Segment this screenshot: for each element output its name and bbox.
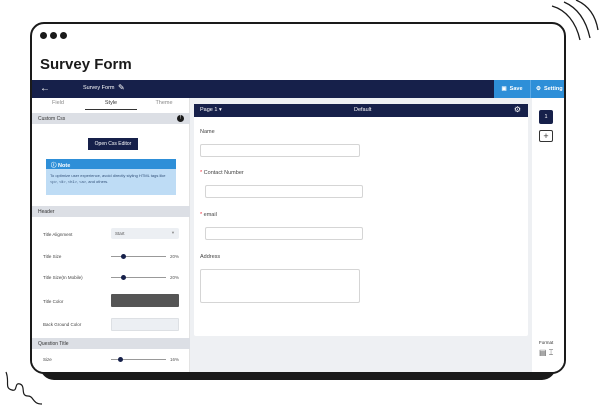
field-label-text: Name (200, 129, 215, 135)
format-label: Format (539, 340, 554, 345)
page-name: Default (354, 107, 372, 113)
title-size-value: 20% (170, 254, 180, 259)
title-size-mobile-label: Title Size(In Mobile) (43, 275, 83, 280)
list-layout-icon[interactable]: ▤ (539, 348, 547, 358)
open-css-editor-button[interactable]: Open Css Editor (88, 138, 138, 150)
format-options: ▤ ⌶ (539, 348, 553, 358)
slider-handle[interactable] (118, 357, 123, 362)
tab-style[interactable]: Style (85, 100, 137, 110)
section-title: Question Title (38, 341, 69, 347)
size-slider[interactable] (111, 357, 166, 362)
gear-icon: ⚙ (536, 86, 541, 92)
chevron-down-icon: ▾ (218, 107, 222, 113)
title-color-label: Title Color (43, 299, 64, 304)
info-circle-icon: ⓘ (51, 163, 57, 169)
question-title-section[interactable]: Question Title (32, 338, 190, 349)
field-label-contact-number: * Contact Number (200, 170, 244, 176)
email-input[interactable] (205, 227, 363, 240)
size-value: 16% (170, 357, 180, 362)
add-page-button[interactable]: + (539, 130, 553, 142)
required-asterisk: * (200, 170, 203, 176)
arrow-left-icon[interactable]: ← (40, 83, 50, 95)
gear-icon[interactable]: ⚙ (514, 105, 521, 114)
title-color-swatch[interactable] (111, 294, 179, 307)
split-layout-icon[interactable]: ⌶ (549, 348, 554, 358)
name-input[interactable] (200, 144, 360, 157)
decorative-squiggle (5, 371, 43, 405)
field-label-name: Name (200, 129, 215, 135)
window-dot-icon[interactable] (50, 32, 57, 39)
title-size-slider[interactable] (111, 254, 166, 259)
note-text: To optimize user experience, avoid direc… (50, 173, 166, 184)
field-label-text: Address (200, 254, 221, 260)
form-name: Survey Form (83, 85, 115, 91)
select-value: Start (115, 231, 125, 236)
settings-button-label: Setting (543, 86, 563, 92)
title-size-mobile-value: 20% (170, 275, 180, 280)
note-box: ⓘ Note To optimize user experience, avoi… (46, 159, 176, 195)
section-title: Custom Css (38, 116, 66, 122)
page-select-label: Page 1 (200, 107, 218, 113)
slider-handle[interactable] (121, 275, 126, 280)
address-textarea[interactable] (200, 269, 360, 303)
page-select[interactable]: Page 1 ▾ (200, 107, 222, 113)
field-label-email: * email (200, 212, 217, 218)
window-dot-icon[interactable] (40, 32, 47, 39)
size-label: Size (43, 357, 52, 362)
style-panel: Field Style Theme Custom Css ! Open Css … (32, 98, 190, 372)
title-size-label: Title Size (43, 254, 62, 259)
tab-field[interactable]: Field (32, 100, 84, 106)
background-color-swatch[interactable] (111, 318, 179, 331)
top-toolbar: ← Survey Form ✎ ▣ Save ⚙ Setting (32, 80, 564, 98)
page-rail: 1 + Format ▤ ⌶ (532, 98, 564, 372)
settings-button[interactable]: ⚙ Setting (530, 80, 564, 98)
field-label-text: email (203, 212, 217, 218)
section-title: Header (38, 209, 55, 215)
title-alignment-label: Title Alignment (43, 232, 73, 237)
required-asterisk: * (200, 212, 203, 218)
slider-handle[interactable] (121, 254, 126, 259)
note-header: ⓘ Note (46, 159, 176, 169)
pencil-icon[interactable]: ✎ (118, 83, 125, 92)
note-title: Note (58, 163, 71, 169)
window-dot-icon[interactable] (60, 32, 67, 39)
title-size-mobile-slider[interactable] (111, 275, 166, 280)
form-canvas: Page 1 ▾ Default ⚙ Name * Contact Number… (190, 98, 532, 372)
field-label-address: Address (200, 254, 220, 260)
info-icon[interactable]: ! (177, 115, 184, 122)
form-page: Page 1 ▾ Default ⚙ Name * Contact Number… (194, 104, 528, 336)
save-button[interactable]: ▣ Save (494, 80, 530, 98)
window-controls (40, 32, 67, 39)
title-alignment-select[interactable]: Start ▼ (111, 228, 179, 239)
background-color-label: Back Ground Color (43, 322, 82, 327)
chevron-down-icon: ▼ (171, 230, 175, 235)
page-number-button[interactable]: 1 (539, 110, 553, 124)
page-header: Page 1 ▾ Default ⚙ (194, 104, 528, 117)
field-label-text: Contact Number (203, 170, 244, 176)
save-icon: ▣ (501, 86, 507, 92)
app-window: Survey Form ← Survey Form ✎ ▣ Save ⚙ Set… (30, 22, 566, 374)
custom-css-section[interactable]: Custom Css ! (32, 113, 190, 124)
window-title: Survey Form (40, 56, 132, 73)
header-section[interactable]: Header (32, 206, 190, 217)
tab-theme[interactable]: Theme (138, 100, 190, 106)
contact-number-input[interactable] (205, 185, 363, 198)
save-button-label: Save (509, 86, 523, 92)
panel-tabs: Field Style Theme (32, 98, 190, 111)
